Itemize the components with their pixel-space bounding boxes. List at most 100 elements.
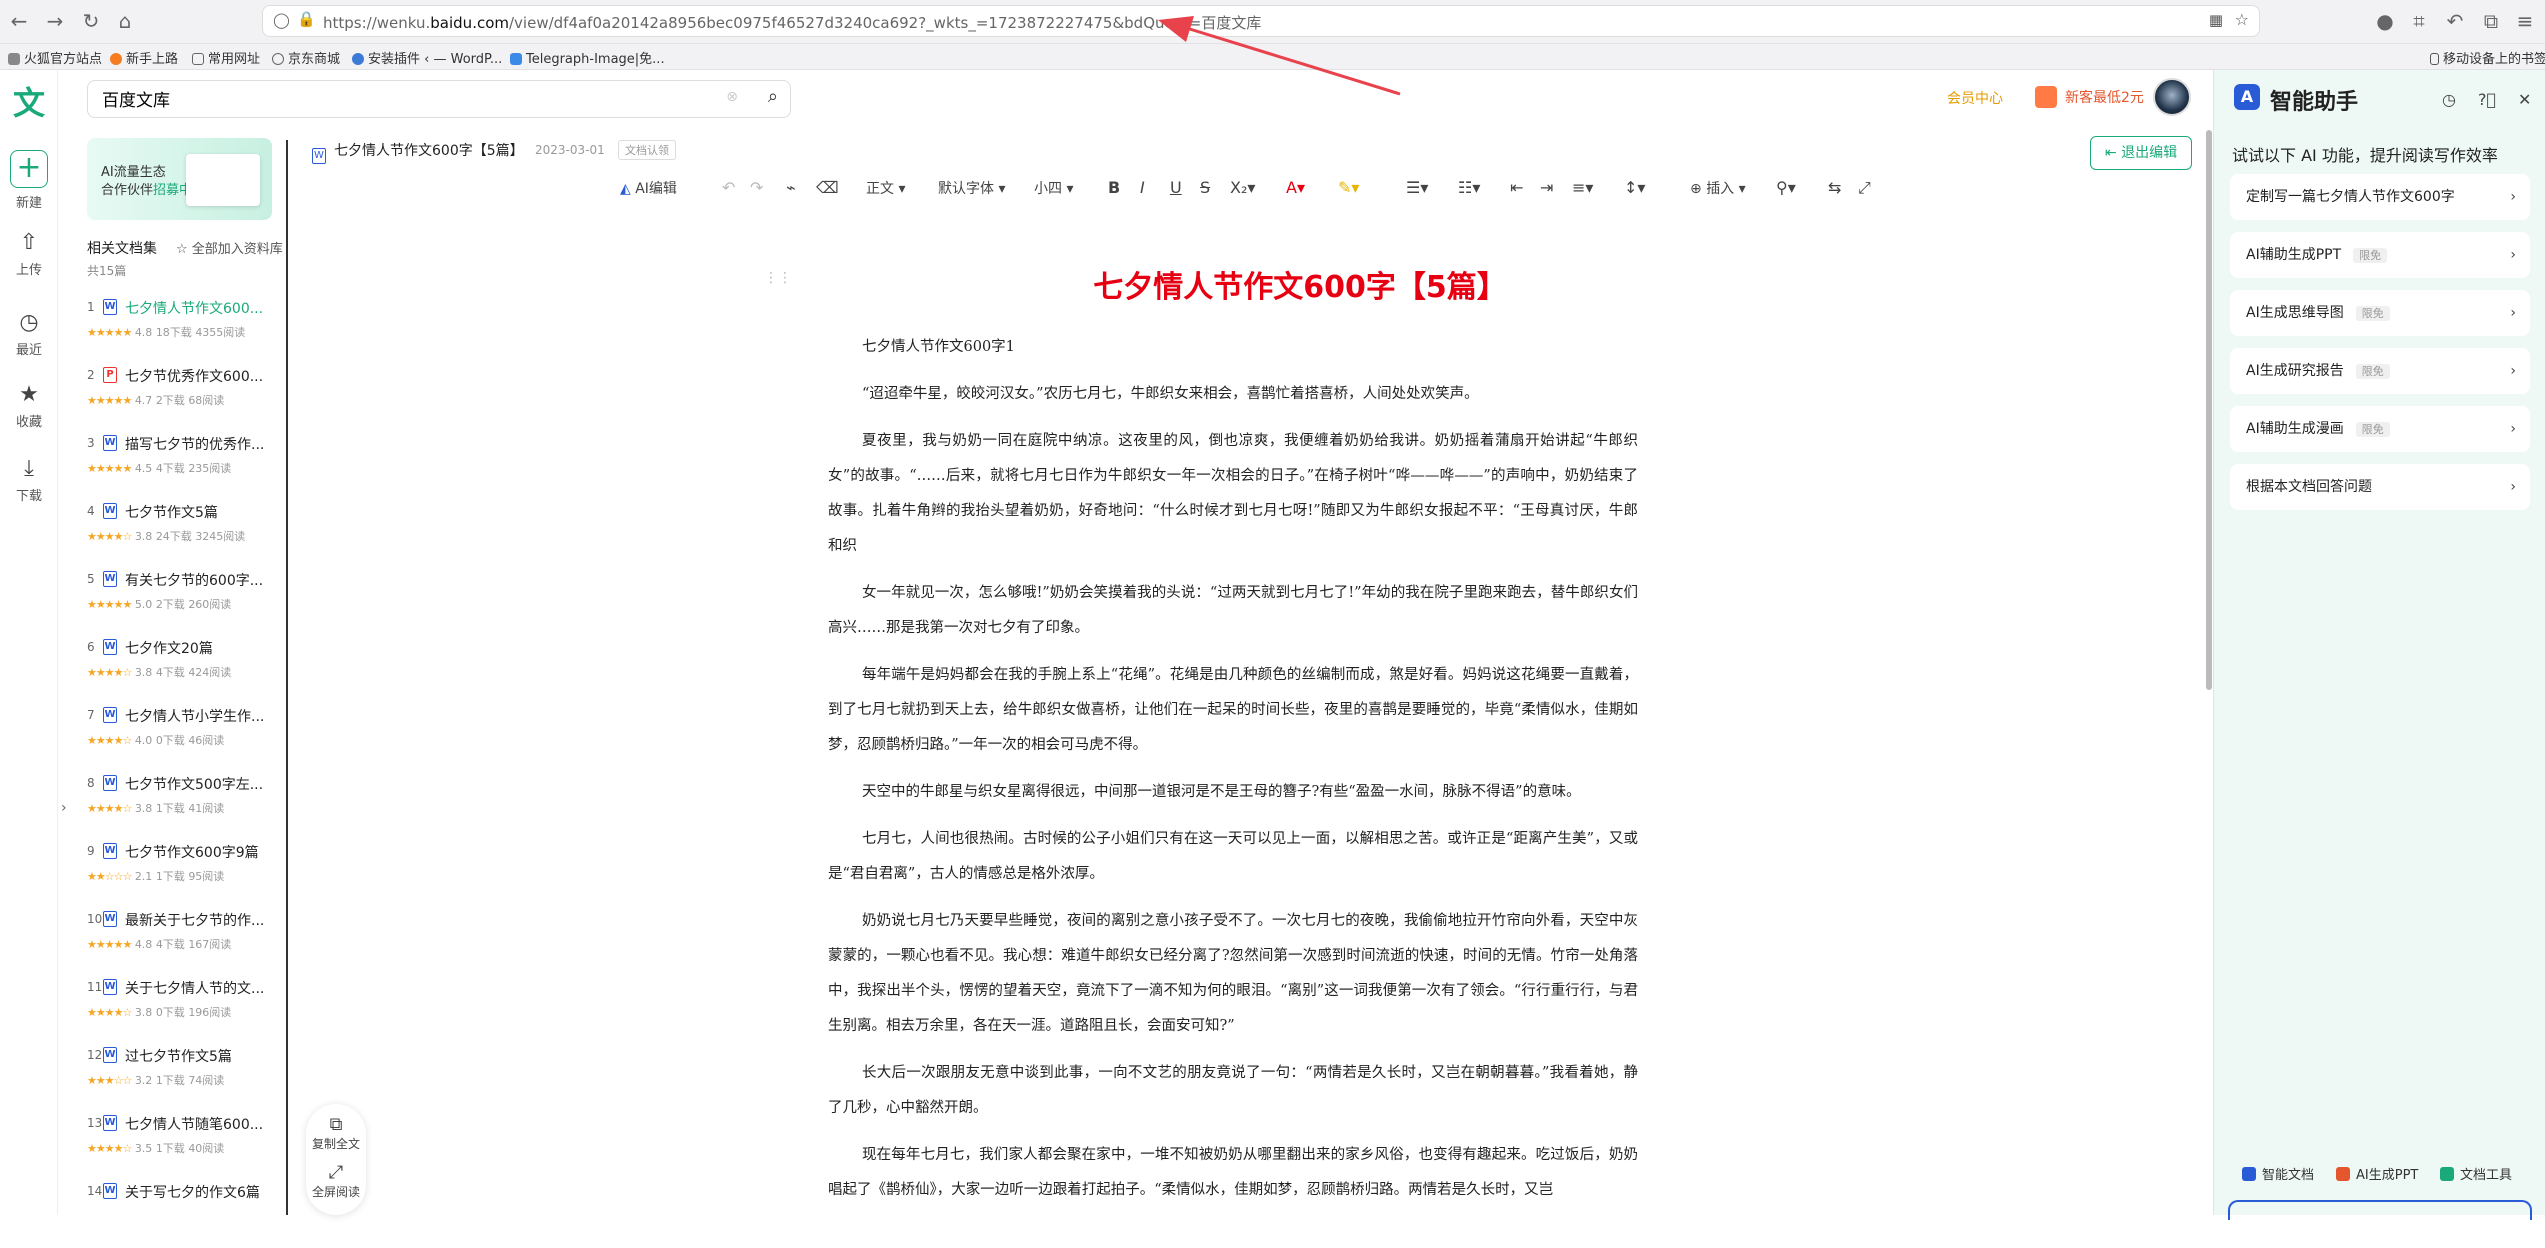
vip-center-link[interactable]: 会员中心 [1947, 88, 2003, 108]
scrollbar[interactable] [2206, 130, 2212, 690]
doc-title[interactable]: 七夕情人节小学生作... [125, 706, 275, 726]
insert-button[interactable]: ⊕ 插入 ▾ [1690, 178, 1746, 198]
paragraph[interactable]: 现在每年七月七，我们家人都会聚在家中，一堆不知被奶奶从哪里翻出来的家乡风俗，也变… [828, 1138, 1638, 1208]
doc-title[interactable]: 七夕节优秀作文600... [125, 366, 275, 386]
size-select[interactable]: 小四 ▾ [1034, 178, 1073, 198]
add-all-button[interactable]: ☆ 全部加入资料库 [176, 238, 283, 257]
doc-title[interactable]: 有关七夕节的600字... [125, 570, 275, 590]
paragraph[interactable]: 七月七，人间也很热闹。古时候的公子小姐们只有在这一天可以见上一面，以解相思之苦。… [828, 822, 1638, 892]
assistant-card-ppt[interactable]: AI辅助生成PPT 限免 › [2230, 232, 2530, 278]
related-doc-item[interactable]: 8 W 七夕节作文500字左... ★★★★☆ 3.8 1下载 41阅读 [87, 772, 277, 840]
history-icon[interactable]: ◷ [2442, 90, 2456, 109]
doc-title[interactable]: 过七夕节作文5篇 [125, 1046, 275, 1066]
smart-doc-tab[interactable]: 智能文档 [2242, 1164, 2314, 1183]
line-spacing-icon[interactable]: ↕▾ [1624, 178, 1645, 197]
panel-divider[interactable] [286, 140, 288, 1215]
align-icon[interactable]: ≡▾ [1572, 178, 1593, 197]
search-input[interactable] [102, 88, 662, 108]
new-user-offer[interactable]: 新客最低2元 [2035, 86, 2144, 108]
rail-favorites[interactable]: ★ 收藏 [0, 382, 58, 430]
doc-title[interactable]: 七夕情人节作文600... [125, 298, 275, 318]
forward-icon[interactable]: → [42, 8, 68, 34]
paragraph[interactable]: 奶奶说七月七乃天要早些睡觉，夜间的离别之意小孩子受不了。一次七月七的夜晚，我偷偷… [828, 904, 1638, 1044]
rail-recent[interactable]: ◷ 最近 [0, 310, 58, 358]
promo-banner[interactable]: AI流量生态 合作伙伴招募中 [87, 138, 272, 220]
bookmark-item[interactable]: 京东商城 [272, 48, 340, 67]
doc-title[interactable]: 最新关于七夕节的作... [125, 910, 275, 930]
search-box[interactable]: ⊗ ⌕ [87, 80, 791, 118]
italic-icon[interactable]: I [1140, 178, 1145, 197]
font-select[interactable]: 默认字体 ▾ [938, 178, 1005, 198]
fullscreen-button[interactable]: 全屏阅读 [306, 1183, 366, 1200]
url-text[interactable]: https://wenku.baidu.com/view/df4af0a2014… [323, 12, 1261, 33]
doc-title[interactable]: 七夕节作文600字9篇 [125, 842, 275, 862]
doc-title[interactable]: 七夕节作文500字左... [125, 774, 275, 794]
indent-icon[interactable]: ⇥ [1540, 178, 1553, 197]
search-icon[interactable]: ⌕ [768, 86, 778, 107]
bookmark-item[interactable]: Telegraph-Image|免... [510, 48, 665, 67]
assistant-card-qa[interactable]: 根据本文档回答问题 › [2230, 464, 2530, 510]
find-replace-icon[interactable]: ⇆ [1828, 178, 1841, 197]
font-color-icon[interactable]: A▾ [1286, 178, 1305, 197]
bookmark-item[interactable]: 常用网址 [192, 48, 260, 67]
related-doc-item[interactable]: 4 W 七夕节作文5篇 ★★★★☆ 3.8 24下载 3245阅读 [87, 500, 277, 568]
related-doc-item[interactable]: 14 W 关于写七夕的作文6篇 [87, 1180, 277, 1248]
related-doc-item[interactable]: 5 W 有关七夕节的600字... ★★★★★ 5.0 2下载 260阅读 [87, 568, 277, 636]
rail-download[interactable]: ⤓ 下载 [0, 456, 58, 504]
numbered-list-icon[interactable]: ☷▾ [1458, 178, 1480, 197]
outdent-icon[interactable]: ⇤ [1510, 178, 1523, 197]
related-doc-item[interactable]: 9 W 七夕节作文600字9篇 ★★☆☆☆ 2.1 1下载 95阅读 [87, 840, 277, 908]
extensions-icon[interactable]: ⧉ [2478, 8, 2504, 34]
rail-upload[interactable]: ⇧ 上传 [0, 230, 58, 278]
paragraph[interactable]: 夏夜里，我与奶奶一同在庭院中纳凉。这夜里的风，倒也凉爽，我便缠着奶奶给我讲。奶奶… [828, 424, 1638, 564]
doc-title[interactable]: 七夕作文20篇 [125, 638, 275, 658]
paragraph[interactable]: 天空中的牛郎星与织女星离得很远，中间那一道银河是不是王母的簪子?有些“盈盈一水间… [828, 775, 1638, 810]
ai-edit-button[interactable]: ◭ AI编辑 [620, 178, 677, 198]
crop-icon[interactable]: ⌗ [2406, 8, 2432, 34]
doc-title[interactable]: 描写七夕节的优秀作... [125, 434, 275, 454]
paragraph[interactable]: “迢迢牵牛星，皎皎河汉女。”农历七月七，牛郎织女来相会，喜鹊忙着搭喜桥，人间处处… [828, 377, 1638, 412]
exit-edit-button[interactable]: ⇤ 退出编辑 [2090, 136, 2192, 170]
undo-icon[interactable]: ↶ [722, 178, 735, 197]
drag-handle-icon[interactable]: ⋮⋮ [764, 270, 792, 286]
paragraph[interactable]: 女一年就见一次，怎么够哦!”奶奶会笑摸着我的头说：“过两天就到七月七了!”年幼的… [828, 576, 1638, 646]
rail-new[interactable]: + 新建 [0, 150, 58, 211]
doc-title[interactable]: 关于写七夕的作文6篇 [125, 1182, 275, 1202]
related-doc-item[interactable]: 12 W 过七夕节作文5篇 ★★★☆☆ 3.2 1下载 74阅读 [87, 1044, 277, 1112]
paragraph[interactable]: 长大后一次跟朋友无意中谈到此事，一向不文艺的朋友竟说了一句：“两情若是久长时，又… [828, 1056, 1638, 1126]
doc-title[interactable]: 七夕节作文5篇 [125, 502, 275, 522]
strikethrough-icon[interactable]: S [1200, 178, 1210, 197]
related-doc-item[interactable]: 7 W 七夕情人节小学生作... ★★★★☆ 4.0 0下载 46阅读 [87, 704, 277, 772]
document-body[interactable]: 七夕情人节作文600字1 “迢迢牵牛星，皎皎河汉女。”农历七月七，牛郎织女来相会… [828, 330, 1638, 1220]
avatar[interactable] [2153, 78, 2191, 116]
related-doc-item[interactable]: 3 W 描写七夕节的优秀作... ★★★★★ 4.5 4下载 235阅读 [87, 432, 277, 500]
account-icon[interactable]: ● [2372, 8, 2398, 34]
assistant-card-custom-essay[interactable]: 定制写一篇七夕情人节作文600字 › [2230, 174, 2530, 220]
bold-icon[interactable]: B [1108, 178, 1120, 197]
doc-title[interactable]: 关于七夕情人节的文... [125, 978, 275, 998]
star-icon[interactable]: ☆ [2235, 10, 2249, 29]
redo-icon[interactable]: ↷ [750, 178, 763, 197]
bookmark-item[interactable]: 新手上路 [110, 48, 178, 67]
subscript-icon[interactable]: X₂▾ [1230, 178, 1255, 197]
home-icon[interactable]: ⌂ [112, 8, 138, 34]
assistant-card-report[interactable]: AI生成研究报告 限免 › [2230, 348, 2530, 394]
undo-icon[interactable]: ↶ [2442, 8, 2468, 34]
address-bar[interactable]: ◯ 🔒 https://wenku.baidu.com/view/df4af0a… [262, 5, 2260, 37]
paragraph[interactable]: 每年端午是妈妈都会在我的手腕上系上“花绳”。花绳是由几种颜色的丝编制而成，煞是好… [828, 658, 1638, 763]
format-painter-icon[interactable]: ⌁ [786, 178, 796, 197]
document-title[interactable]: 七夕情人节作文600字【5篇】 [1000, 262, 1600, 306]
back-icon[interactable]: ← [6, 8, 32, 34]
related-doc-item[interactable]: 2 P 七夕节优秀作文600... ★★★★★ 4.7 2下载 68阅读 [87, 364, 277, 432]
menu-icon[interactable]: ≡ [2512, 8, 2538, 34]
related-doc-item[interactable]: 6 W 七夕作文20篇 ★★★★☆ 3.8 4下载 424阅读 [87, 636, 277, 704]
close-icon[interactable]: ✕ [2518, 90, 2531, 109]
underline-icon[interactable]: U [1170, 178, 1182, 197]
assistant-input[interactable] [2228, 1200, 2532, 1220]
copy-icon[interactable]: ⧉ [306, 1114, 366, 1135]
style-select[interactable]: 正文 ▾ [866, 178, 905, 198]
highlight-icon[interactable]: ✎▾ [1338, 178, 1359, 197]
related-doc-item[interactable]: 11 W 关于七夕情人节的文... ★★★★☆ 3.8 0下载 196阅读 [87, 976, 277, 1044]
copy-all-button[interactable]: 复制全文 [306, 1135, 366, 1152]
doc-tools-tab[interactable]: 文档工具 [2440, 1164, 2512, 1183]
